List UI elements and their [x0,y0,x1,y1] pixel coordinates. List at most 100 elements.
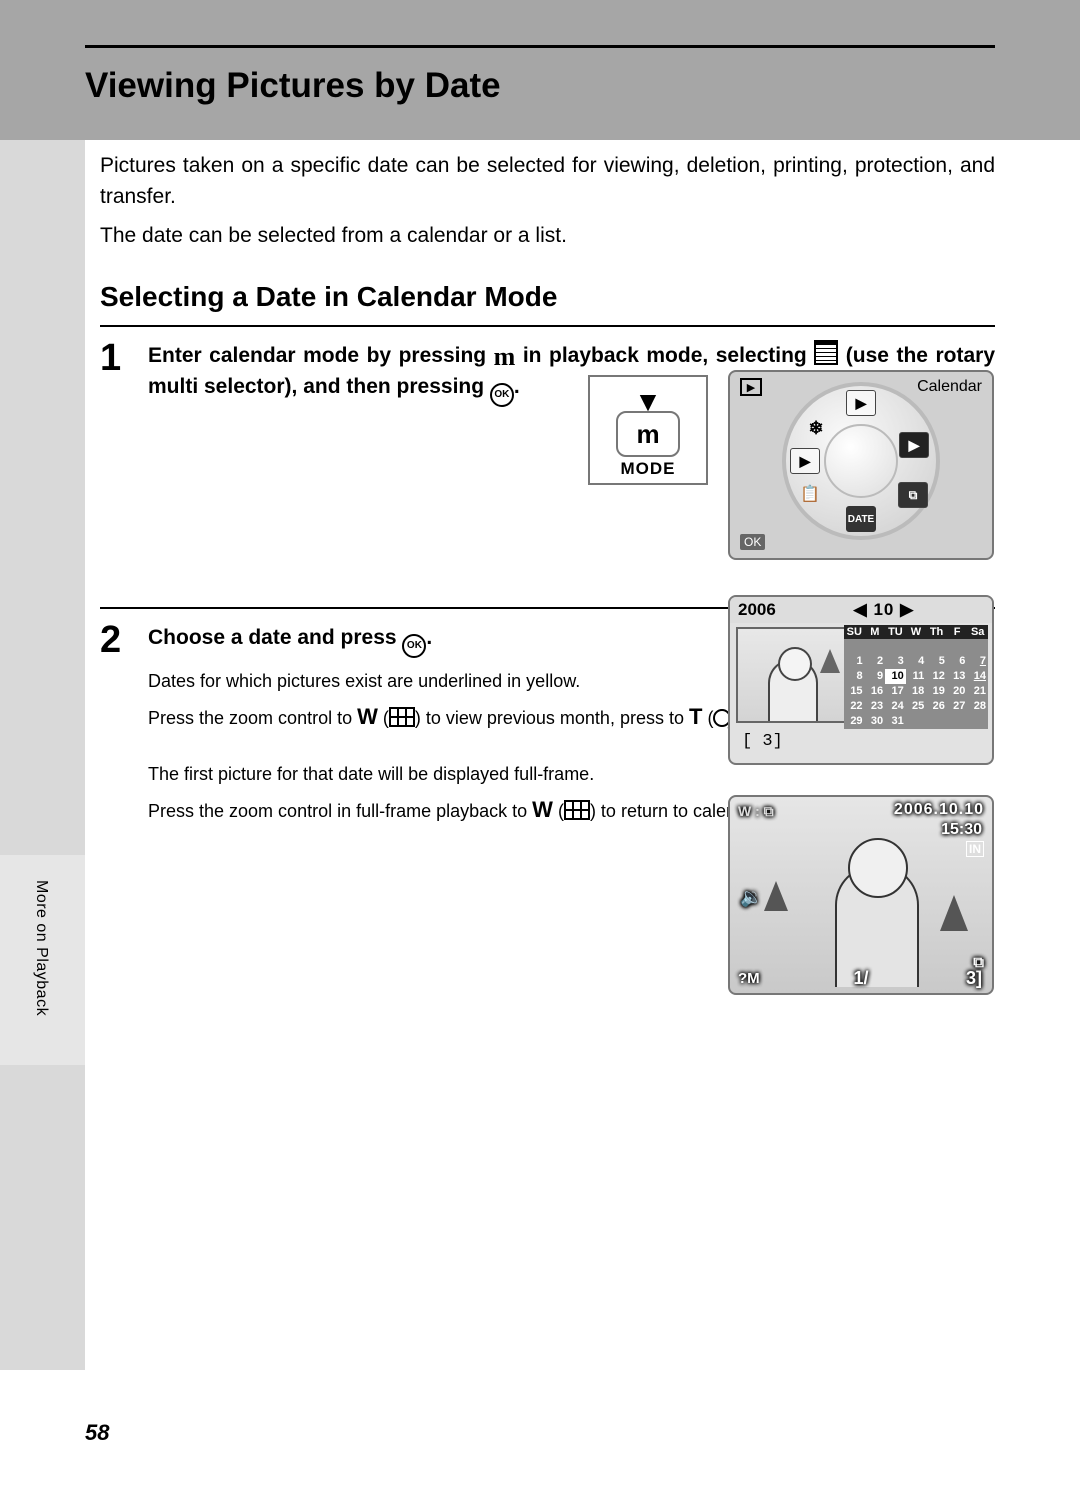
sailboat-icon [764,881,788,911]
page-number: 58 [85,1420,109,1446]
dial-play-icon: ▶ [846,390,876,416]
calendar-day-cell: 23 [865,699,886,714]
calendar-day-cell: . [967,714,988,729]
calendar-day-header: W [906,625,927,639]
calendar-day-cell: 6 [947,654,968,669]
calendar-day-cell: 20 [947,684,968,699]
calendar-day-cell: 4 [906,654,927,669]
sailboat-icon [820,649,840,673]
mode-m-letter: m [636,419,659,450]
calendar-day-cell: 5 [926,654,947,669]
calendar-day-cell: 15 [844,684,865,699]
calendar-day-cell: . [906,714,927,729]
overlay-time: 15:30 [941,821,982,839]
dial-pictmotion-icon: ❄ [802,416,830,440]
calendar-day-header: F [947,625,968,639]
calendar-year: 2006 [738,600,776,620]
dial-title: Calendar [917,378,982,396]
thumbnail-icon [389,707,415,727]
subheading: Selecting a Date in Calendar Mode [100,281,995,313]
text: Press the zoom control in full-frame pla… [148,801,532,821]
overlay-total: 3] [966,968,982,989]
intro-paragraph-1: Pictures taken on a specific date can be… [100,150,995,212]
ok-icon: OK [402,634,426,658]
calendar-day-cell: 29 [844,714,865,729]
calendar-day-cell: . [926,639,947,654]
calendar-day-cell: 10 [885,669,906,684]
calendar-day-cell: 16 [865,684,886,699]
calendar-day-cell: 18 [906,684,927,699]
calendar-day-cell: . [967,639,988,654]
header-band: Viewing Pictures by Date [0,0,1080,140]
figure-mode-select-screen: ▶ Calendar ▶ ▶ ▶ ❄ 📋 ⧉ DATE OK [728,370,994,560]
overlay-voice-icon: 🔉 [740,887,762,908]
calendar-day-cell: . [885,639,906,654]
calendar-week-row: 293031.... [844,714,988,729]
text: ( [702,708,713,728]
calendar-day-header: M [865,625,886,639]
dial-playback-icon: ▶ [790,448,820,474]
figure-fullframe-screen: W : ⧉ 2006.10.10 15:30 IN 🔉 ?M 1/ 3] ⧉ [728,795,994,995]
left-margin [0,0,85,1370]
step-1-line1: Enter calendar mode by pressing [148,344,486,367]
rotary-selector-graphic: ▶ ▶ ▶ ❄ 📋 ⧉ DATE [782,382,940,540]
calendar-day-cell: 24 [885,699,906,714]
calendar-day-cell: . [947,639,968,654]
calendar-day-header: TU [885,625,906,639]
calendar-day-cell: 21 [967,684,988,699]
calendar-day-cell: 30 [865,714,886,729]
dial-calendar-icon: ⧉ [898,482,928,508]
overlay-imgsize: ?M [738,970,760,987]
text: ( [553,801,564,821]
mode-label: MODE [621,459,676,479]
calendar-week-row: ....... [844,639,988,654]
calendar-day-cell: . [865,639,886,654]
step-1-number: 1 [100,341,148,375]
overlay-index: 1/ [853,968,868,989]
calendar-week-row: 15161718192021 [844,684,988,699]
calendar-topbar: 2006 ◀ 10 ▶ [730,597,992,623]
dial-movie-icon: ▶ [899,432,929,458]
mode-button-graphic: m [616,411,680,457]
calendar-day-cell: . [906,639,927,654]
calendar-day-cell: 9 [865,669,886,684]
calendar-day-cell: 14 [967,669,988,684]
arrow-down-icon: ▼ [634,393,662,411]
zoom-w-icon: W [357,704,378,729]
step-2-number: 2 [100,623,148,657]
section-tab-label: More on Playback [32,880,50,1016]
playback-icon: ▶ [740,378,762,396]
calendar-day-cell: 31 [885,714,906,729]
calendar-day-cell: 28 [967,699,988,714]
overlay-date: 2006.10.10 [894,801,984,819]
mode-m-icon: m [494,342,516,372]
calendar-day-cell: 19 [926,684,947,699]
calendar-day-headers: SUMTUWThFSa [844,625,988,639]
sailboat-icon [940,895,968,931]
calendar-day-cell: 8 [844,669,865,684]
calendar-day-cell: 7 [967,654,988,669]
calendar-thumbnail [736,627,848,723]
calendar-day-cell: . [947,714,968,729]
text: Press the zoom control to [148,708,357,728]
text: ) to view previous month, press to [415,708,689,728]
calendar-day-cell: . [844,639,865,654]
step-1-line2-tail: in playback mode, selecting [515,344,806,367]
calendar-icon [814,343,838,365]
calendar-day-header: Th [926,625,947,639]
calendar-day-cell: 25 [906,699,927,714]
ok-icon: OK [490,383,514,407]
calendar-day-cell: . [926,714,947,729]
calendar-day-cell: 12 [926,669,947,684]
text: ( [378,708,389,728]
thumbnail-icon [564,800,590,820]
page-title: Viewing Pictures by Date [85,48,995,106]
step-2-title-head: Choose a date and press [148,626,402,649]
calendar-grid: SUMTUWThFSa .......123456789101112131415… [844,625,988,729]
calendar-day-cell: 13 [947,669,968,684]
person-head-icon [778,647,812,681]
dial-date-label: DATE [846,506,876,532]
ok-indicator: OK [740,534,765,550]
person-head-icon [848,838,908,898]
calendar-day-header: SU [844,625,865,639]
